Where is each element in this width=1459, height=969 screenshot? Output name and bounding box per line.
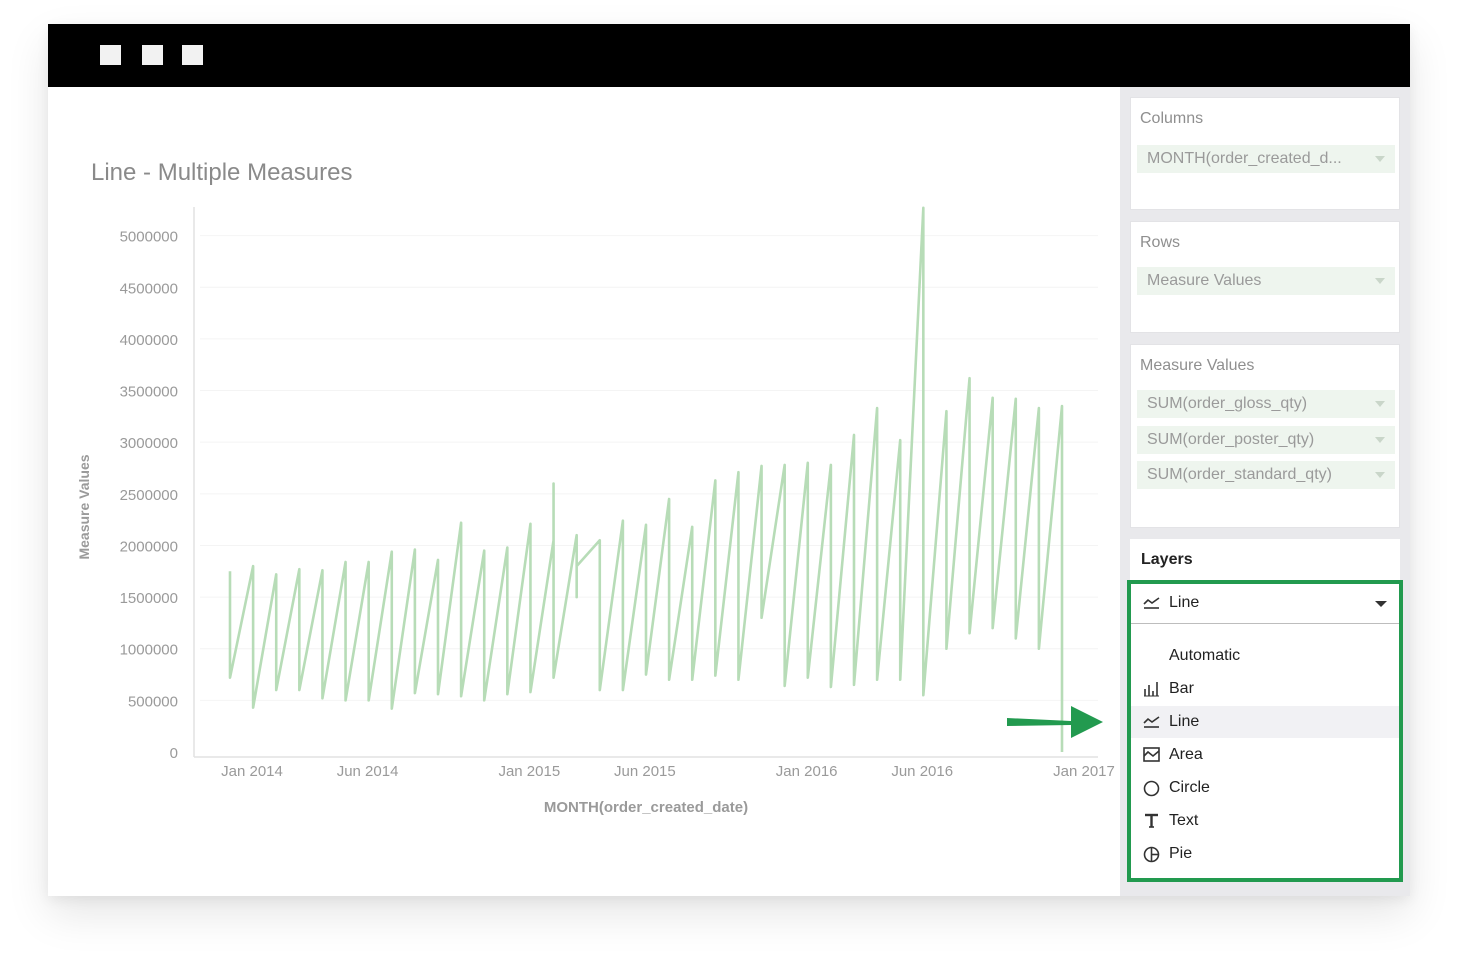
measure-pill-standard[interactable]: SUM(order_standard_qty) bbox=[1137, 461, 1395, 489]
line-chart-icon bbox=[1143, 714, 1160, 733]
pill-label: MONTH(order_created_d... bbox=[1147, 150, 1342, 167]
area-chart-icon bbox=[1143, 747, 1160, 767]
y-tick-label: 4500000 bbox=[120, 280, 178, 297]
measure-pill-poster[interactable]: SUM(order_poster_qty) bbox=[1137, 426, 1395, 454]
pill-label: SUM(order_gloss_qty) bbox=[1147, 395, 1308, 412]
circle-icon bbox=[1143, 780, 1160, 802]
y-tick-label: 3500000 bbox=[120, 384, 178, 401]
option-area[interactable]: Area bbox=[1131, 739, 1399, 771]
pie-chart-icon bbox=[1143, 846, 1160, 868]
y-tick-label: 4000000 bbox=[120, 332, 178, 349]
option-automatic[interactable]: Automatic bbox=[1131, 640, 1399, 672]
chevron-down-icon[interactable] bbox=[1375, 601, 1387, 607]
measure-values-shelf: Measure Values SUM(order_gloss_qty) SUM(… bbox=[1130, 344, 1400, 528]
mark-type-dropdown: Line Automatic Bar Line Area Circle Text bbox=[1127, 580, 1403, 882]
pill-label: Measure Values bbox=[1147, 272, 1262, 289]
chevron-down-icon[interactable] bbox=[1375, 156, 1385, 162]
option-label: Line bbox=[1169, 713, 1200, 730]
rows-title: Rows bbox=[1140, 234, 1181, 251]
window-control-button-3[interactable] bbox=[182, 45, 203, 65]
x-tick-label: Jan 2014 bbox=[221, 763, 283, 780]
layers-title: Layers bbox=[1141, 551, 1193, 568]
window-control-button-2[interactable] bbox=[142, 45, 163, 65]
option-bar[interactable]: Bar bbox=[1131, 673, 1399, 705]
bar-chart-icon bbox=[1143, 681, 1160, 702]
option-label: Text bbox=[1169, 812, 1199, 829]
y-tick-label: 1500000 bbox=[120, 590, 178, 607]
x-tick-label: Jan 2016 bbox=[776, 763, 838, 780]
x-tick-label: Jun 2014 bbox=[337, 763, 399, 780]
series-line bbox=[228, 206, 1064, 752]
option-label: Area bbox=[1169, 746, 1203, 763]
y-tick-label: 3000000 bbox=[120, 435, 178, 452]
x-tick-label: Jun 2016 bbox=[891, 763, 953, 780]
chevron-down-icon[interactable] bbox=[1375, 437, 1385, 443]
chevron-down-icon[interactable] bbox=[1375, 401, 1385, 407]
option-pie[interactable]: Pie bbox=[1131, 838, 1399, 870]
x-axis-title: MONTH(order_created_date) bbox=[544, 799, 748, 816]
window-control-button-1[interactable] bbox=[100, 45, 121, 65]
mark-type-select[interactable]: Line bbox=[1131, 584, 1399, 624]
line-chart-icon bbox=[1143, 595, 1160, 614]
chevron-down-icon[interactable] bbox=[1375, 278, 1385, 284]
y-tick-label: 1000000 bbox=[120, 642, 178, 659]
y-tick-label: 2500000 bbox=[120, 487, 178, 504]
option-label: Pie bbox=[1169, 845, 1193, 862]
x-tick-label: Jan 2015 bbox=[498, 763, 560, 780]
x-tick-label: Jan 2017 bbox=[1053, 763, 1115, 780]
pill-label: SUM(order_standard_qty) bbox=[1147, 466, 1332, 483]
measure-pill-gloss[interactable]: SUM(order_gloss_qty) bbox=[1137, 390, 1395, 418]
chart-area: Line - Multiple Measures 0 500000 1000000 1… bbox=[48, 87, 1120, 896]
option-circle[interactable]: Circle bbox=[1131, 772, 1399, 804]
rows-pill[interactable]: Measure Values bbox=[1137, 267, 1395, 295]
columns-shelf: Columns MONTH(order_created_d... bbox=[1130, 97, 1400, 210]
text-icon bbox=[1143, 813, 1160, 834]
option-line[interactable]: Line bbox=[1131, 706, 1399, 738]
mark-type-selected-label: Line bbox=[1169, 594, 1200, 611]
option-label: Bar bbox=[1169, 680, 1194, 697]
x-tick-label: Jun 2015 bbox=[614, 763, 676, 780]
columns-title: Columns bbox=[1140, 110, 1204, 127]
line-chart: 0 500000 1000000 1500000 2000000 2500000 30000… bbox=[76, 206, 1115, 816]
rows-shelf: Rows Measure Values bbox=[1130, 221, 1400, 333]
option-label: Circle bbox=[1169, 779, 1210, 796]
y-axis-title: Measure Values bbox=[76, 454, 92, 559]
measure-values-title: Measure Values bbox=[1140, 357, 1255, 374]
title-bar bbox=[48, 24, 1410, 87]
chevron-down-icon[interactable] bbox=[1375, 472, 1385, 478]
option-label: Automatic bbox=[1169, 647, 1241, 664]
annotation-arrow bbox=[1007, 706, 1103, 738]
columns-pill[interactable]: MONTH(order_created_d... bbox=[1137, 145, 1395, 173]
y-tick-label: 2000000 bbox=[120, 538, 178, 555]
y-tick-label: 5000000 bbox=[120, 229, 178, 246]
y-tick-label: 0 bbox=[170, 745, 178, 762]
option-text[interactable]: Text bbox=[1131, 805, 1399, 837]
pill-label: SUM(order_poster_qty) bbox=[1147, 431, 1315, 448]
y-tick-label: 500000 bbox=[128, 693, 178, 710]
